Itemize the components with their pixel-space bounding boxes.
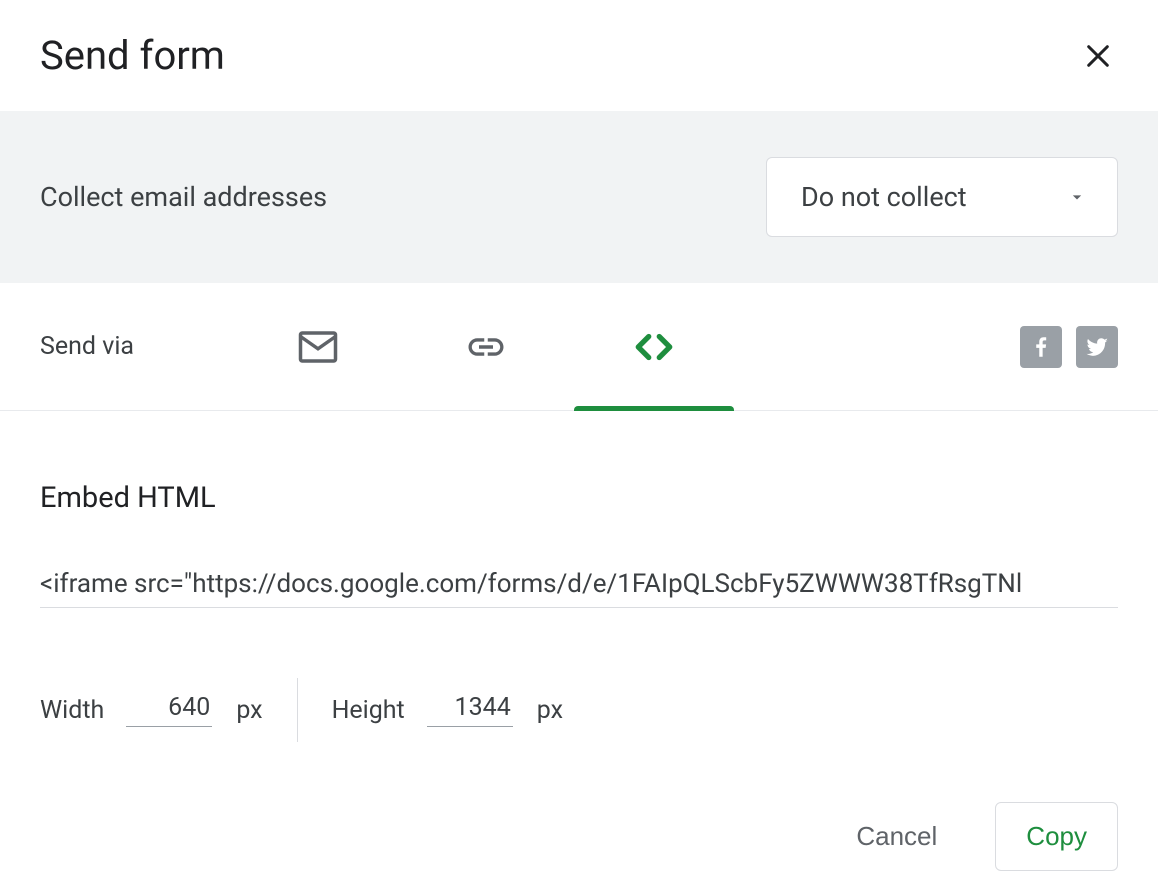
collect-email-dropdown[interactable]: Do not collect	[766, 157, 1118, 237]
collect-email-row: Collect email addresses Do not collect	[0, 111, 1158, 283]
dimension-separator	[297, 678, 298, 742]
dimensions-row: Width px Height px	[40, 678, 1118, 742]
dialog-header: Send form	[0, 0, 1158, 111]
share-twitter-button[interactable]	[1076, 326, 1118, 368]
collect-email-label: Collect email addresses	[40, 181, 327, 213]
width-label: Width	[40, 696, 104, 725]
close-icon	[1084, 42, 1112, 70]
twitter-icon	[1084, 334, 1110, 360]
dropdown-selected-value: Do not collect	[801, 181, 967, 213]
height-unit: px	[537, 696, 563, 725]
email-icon	[297, 326, 339, 368]
link-icon	[465, 326, 507, 368]
send-form-dialog: Send form Collect email addresses Do not…	[0, 0, 1158, 871]
height-input[interactable]	[427, 693, 513, 727]
embed-heading: Embed HTML	[40, 481, 1118, 515]
embed-icon	[633, 326, 675, 368]
dialog-footer: Cancel Copy	[0, 742, 1158, 871]
height-label: Height	[332, 696, 405, 725]
embed-code-input[interactable]	[40, 567, 1118, 608]
send-via-label: Send via	[40, 332, 134, 361]
dialog-title: Send form	[40, 32, 225, 79]
close-button[interactable]	[1078, 36, 1118, 76]
send-via-tabs: Send via	[0, 283, 1158, 411]
facebook-icon	[1028, 334, 1054, 360]
width-input[interactable]	[126, 693, 212, 727]
width-unit: px	[236, 696, 262, 725]
height-group: Height px	[332, 693, 563, 727]
chevron-down-icon	[1067, 187, 1087, 207]
width-group: Width px	[40, 693, 263, 727]
tab-link[interactable]	[402, 283, 570, 410]
embed-section: Embed HTML Width px Height px	[0, 411, 1158, 742]
social-share	[1020, 326, 1118, 368]
tab-email[interactable]	[234, 283, 402, 410]
cancel-button[interactable]: Cancel	[826, 803, 967, 870]
share-facebook-button[interactable]	[1020, 326, 1062, 368]
copy-button[interactable]: Copy	[995, 802, 1118, 871]
tab-embed[interactable]	[570, 283, 738, 410]
